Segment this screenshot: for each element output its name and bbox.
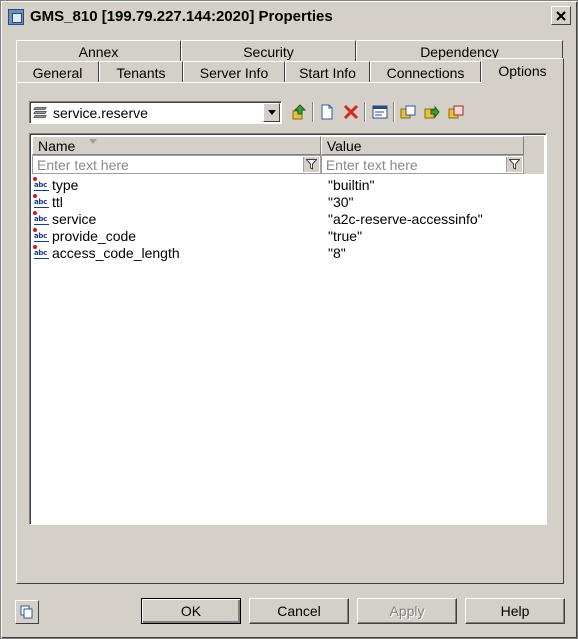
name-filter-input[interactable] (33, 156, 298, 173)
column-header-value[interactable]: Value (320, 136, 524, 155)
column-label: Name (38, 137, 76, 154)
string-type-icon: abc (33, 227, 49, 242)
help-button[interactable]: Help (465, 598, 565, 624)
table-row[interactable]: abc access_code_length "8" (33, 244, 524, 261)
tab-options[interactable]: Options (481, 58, 564, 83)
option-name: provide_code (52, 227, 137, 244)
copy-icon (400, 105, 416, 119)
value-filter-button[interactable] (506, 157, 522, 172)
window-title: GMS_810 [199.79.227.144:2020] Properties (30, 8, 333, 25)
tab-start-info[interactable]: Start Info (285, 61, 370, 83)
option-name: ttl (52, 193, 63, 210)
name-filter-cell (32, 155, 321, 174)
tab-label: General (32, 64, 83, 81)
table-row[interactable]: abc ttl "30" (33, 193, 524, 210)
option-value: "a2c-reserve-accessinfo" (328, 210, 483, 227)
grid-rows: abc type "builtin" abc ttl "30" abc service… (33, 176, 524, 261)
import-button[interactable] (422, 102, 442, 122)
table-row[interactable]: abc provide_code "true" (33, 227, 524, 244)
column-label: Value (326, 137, 362, 154)
filter-row (32, 155, 524, 174)
pages-icon (20, 605, 33, 619)
table-row[interactable]: abc service "a2c-reserve-accessinfo" (33, 210, 524, 227)
option-name: access_code_length (52, 244, 180, 261)
options-grid: Name Value Enter text here Enter text he… (29, 133, 547, 525)
export-button[interactable] (446, 102, 466, 122)
tab-label: Connections (386, 64, 465, 81)
dropdown-button[interactable] (263, 103, 280, 122)
move-up-icon (292, 104, 307, 120)
ok-button[interactable]: OK (141, 598, 241, 624)
copy-properties-button[interactable] (15, 600, 39, 624)
new-icon (321, 104, 333, 120)
string-type-icon: abc (33, 210, 49, 225)
table-row[interactable]: abc type "builtin" (33, 176, 524, 193)
grid-header: Name Value (32, 136, 524, 155)
value-filter-cell (320, 155, 524, 174)
tab-server-info[interactable]: Server Info (183, 61, 285, 83)
properties-dialog: GMS_810 [199.79.227.144:2020] Properties… (0, 0, 578, 639)
grid-corner (524, 136, 544, 174)
tab-general[interactable]: General (16, 61, 99, 83)
string-type-icon: abc (33, 176, 49, 191)
option-value: "30" (328, 193, 354, 210)
string-type-icon: abc (33, 193, 49, 208)
cancel-button[interactable]: Cancel (249, 598, 349, 624)
tab-tenants[interactable]: Tenants (99, 61, 183, 83)
toolbar-separator (312, 102, 314, 122)
close-icon (556, 10, 566, 21)
close-button[interactable] (551, 6, 571, 25)
button-label: Apply (389, 603, 425, 619)
column-header-name[interactable]: Name (32, 136, 321, 155)
option-value: "true" (328, 227, 363, 244)
tab-label: Tenants (116, 64, 166, 81)
edit-button[interactable] (370, 102, 390, 122)
tab-label: Security (243, 43, 294, 60)
option-name: type (52, 176, 79, 193)
section-select-value: service.reserve (53, 104, 148, 121)
button-label: Help (500, 603, 530, 619)
delete-icon (343, 104, 359, 120)
section-select[interactable]: service.reserve (29, 101, 282, 124)
tab-connections[interactable]: Connections (370, 61, 481, 83)
value-filter-input[interactable] (321, 156, 501, 173)
button-label: OK (180, 603, 202, 619)
option-name: service (52, 210, 97, 227)
app-icon (8, 8, 24, 25)
move-up-button[interactable] (289, 102, 309, 122)
toolbar-separator (393, 102, 395, 122)
export-icon (448, 105, 464, 119)
toolbar-separator (364, 102, 366, 122)
tab-annex[interactable]: Annex (16, 40, 181, 62)
tab-label: Start Info (299, 64, 356, 81)
import-icon (424, 105, 440, 119)
tab-label: Annex (78, 43, 119, 60)
option-value: "builtin" (328, 176, 375, 193)
tab-security[interactable]: Security (181, 40, 356, 62)
name-filter-button[interactable] (302, 157, 319, 172)
sort-arrow-icon (89, 139, 97, 144)
delete-button[interactable] (341, 102, 361, 122)
title-bar: GMS_810 [199.79.227.144:2020] Properties (4, 4, 574, 29)
string-type-icon: abc (33, 244, 49, 259)
chevron-down-icon (267, 110, 276, 115)
apply-button[interactable]: Apply (357, 598, 457, 624)
copy-button[interactable] (398, 102, 418, 122)
filter-icon (509, 159, 520, 170)
edit-icon (372, 105, 388, 119)
button-label: Cancel (277, 603, 321, 619)
filter-icon (305, 159, 317, 170)
option-value: "8" (328, 244, 346, 261)
new-button[interactable] (317, 102, 337, 122)
tab-label: Server Info (199, 64, 269, 81)
section-icon (33, 106, 48, 119)
tab-label: Options (498, 63, 547, 79)
